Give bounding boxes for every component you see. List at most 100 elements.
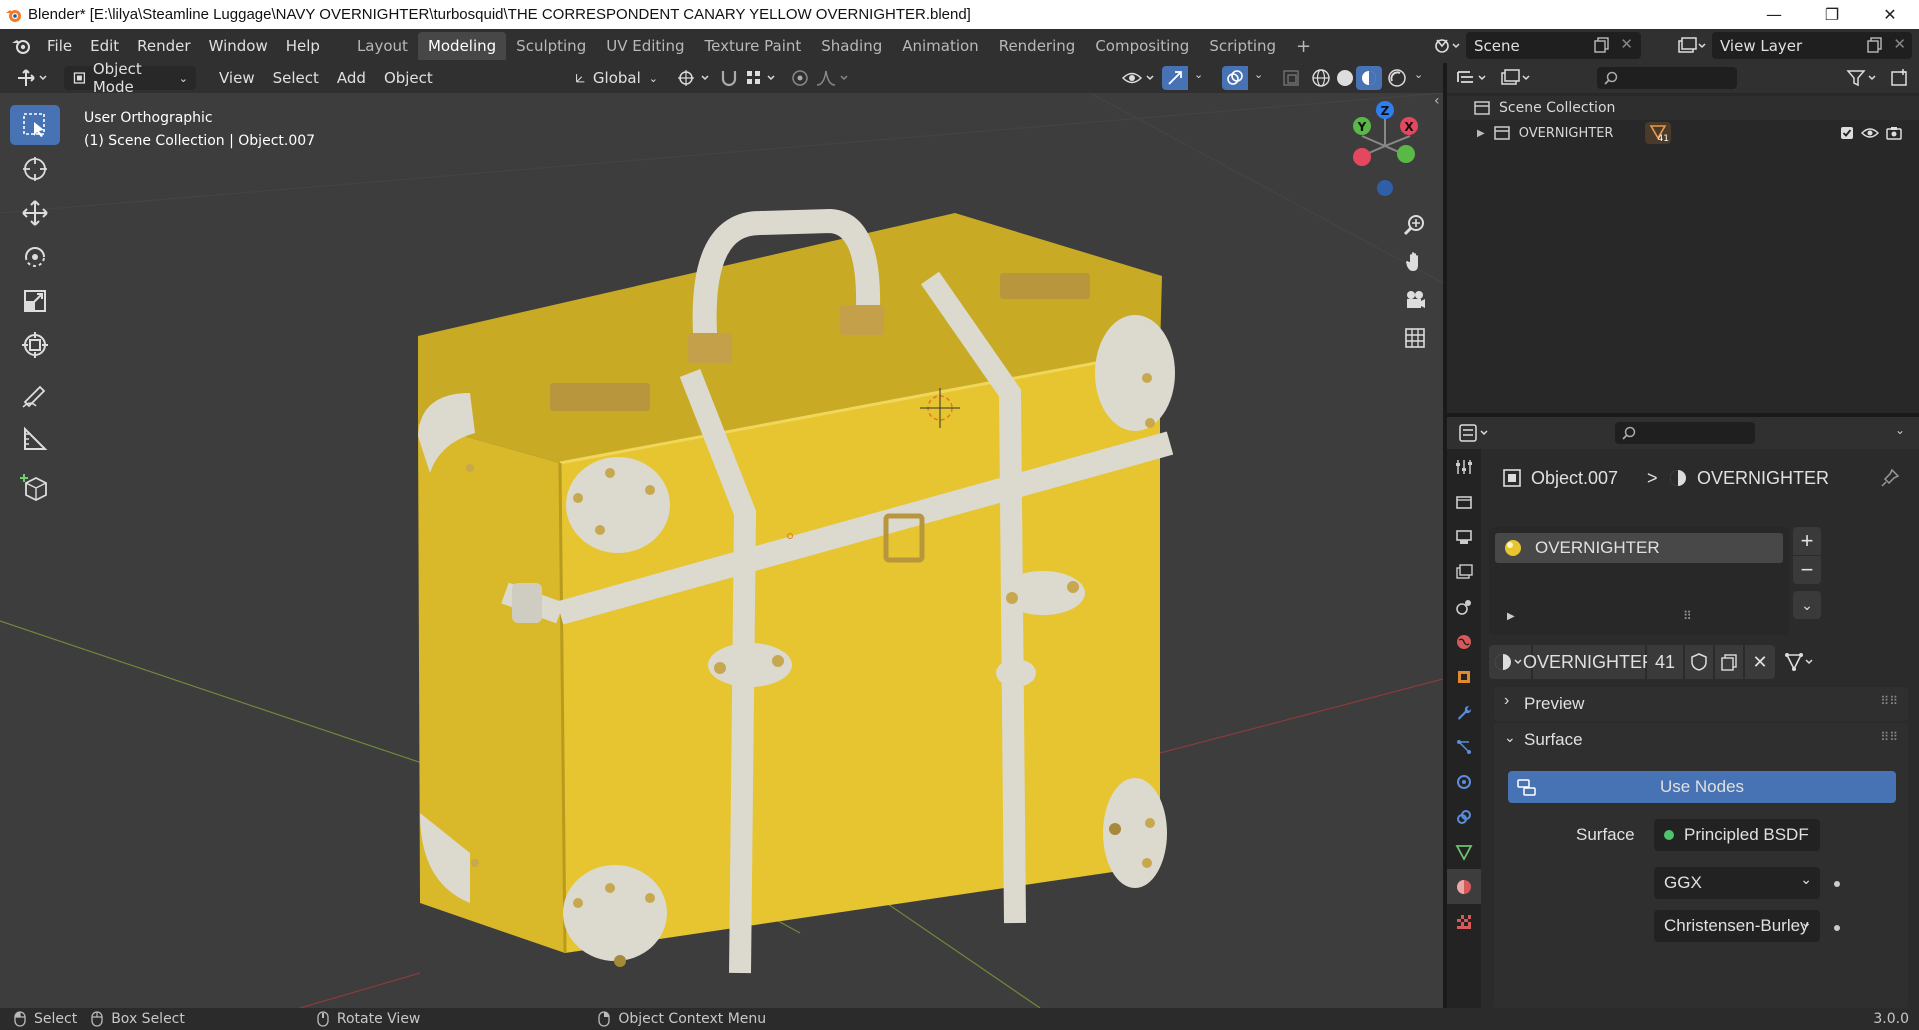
- tab-layout[interactable]: Layout: [347, 32, 418, 60]
- add-slot-button[interactable]: +: [1793, 527, 1821, 555]
- material-slot-list[interactable]: OVERNIGHTER ▶ ⠿: [1489, 527, 1789, 635]
- properties-editor-icon[interactable]: [1457, 422, 1497, 444]
- eye-icon[interactable]: [1861, 125, 1879, 141]
- scene-selector[interactable]: Scene ✕: [1466, 32, 1641, 59]
- tab-render[interactable]: [1447, 484, 1481, 519]
- overlays-toggle-button[interactable]: [1222, 66, 1248, 90]
- material-name-field[interactable]: OVERNIGHTER: [1523, 645, 1655, 679]
- tab-view-layer[interactable]: [1447, 554, 1481, 589]
- viewport-menu-view[interactable]: View: [210, 69, 264, 87]
- expand-arrow-icon[interactable]: ▶: [1507, 611, 1515, 622]
- exclude-checkbox-icon[interactable]: [1839, 125, 1855, 141]
- add-workspace-button[interactable]: +: [1286, 31, 1321, 62]
- subsurface-socket-dot[interactable]: [1834, 925, 1840, 931]
- distribution-socket-dot[interactable]: [1834, 881, 1840, 887]
- outliner-row-scene-collection[interactable]: Scene Collection: [1447, 96, 1919, 120]
- drag-handle-icon[interactable]: ⠿⠿: [1880, 730, 1898, 744]
- tab-texture[interactable]: [1447, 904, 1481, 939]
- resize-handle-icon[interactable]: ⠿: [1683, 609, 1692, 623]
- display-mode-icon[interactable]: [1499, 67, 1539, 89]
- add-cube-tool[interactable]: [10, 467, 60, 507]
- tab-constraints[interactable]: [1447, 799, 1481, 834]
- transform-tool[interactable]: [10, 325, 60, 365]
- 3d-viewport[interactable]: User Orthographic (1) Scene Collection |…: [0, 93, 1443, 1008]
- duplicate-material-button[interactable]: [1715, 645, 1743, 679]
- view-layer-icon[interactable]: [1676, 35, 1708, 57]
- object-count-badge[interactable]: 41: [1645, 122, 1671, 144]
- view-layer-selector[interactable]: View Layer ✕: [1712, 32, 1912, 59]
- measure-tool[interactable]: [10, 419, 60, 459]
- maximize-button[interactable]: ❐: [1803, 0, 1861, 29]
- rendered-shading-icon[interactable]: [1386, 67, 1408, 89]
- expand-arrow-icon[interactable]: ▶: [1477, 128, 1485, 139]
- menu-window[interactable]: Window: [200, 37, 277, 55]
- distribution-dropdown[interactable]: GGX ⌄: [1654, 867, 1820, 899]
- tab-scripting[interactable]: Scripting: [1199, 32, 1286, 60]
- tab-rendering[interactable]: Rendering: [989, 32, 1086, 60]
- close-button[interactable]: ✕: [1861, 0, 1919, 29]
- remove-slot-button[interactable]: −: [1793, 556, 1821, 584]
- tab-uv-editing[interactable]: UV Editing: [596, 32, 694, 60]
- outliner-search-input[interactable]: [1597, 67, 1737, 89]
- menu-help[interactable]: Help: [277, 37, 329, 55]
- tab-particles[interactable]: [1447, 729, 1481, 764]
- zoom-button[interactable]: [1398, 208, 1432, 242]
- properties-search-input[interactable]: [1615, 422, 1755, 444]
- tab-shading[interactable]: Shading: [811, 32, 892, 60]
- slot-specials-button[interactable]: ⌄: [1793, 591, 1821, 619]
- material-slot-row[interactable]: OVERNIGHTER: [1495, 533, 1783, 563]
- properties-options-icon[interactable]: ⌄: [1895, 423, 1905, 437]
- tab-physics[interactable]: [1447, 764, 1481, 799]
- editor-type-button[interactable]: [8, 66, 60, 90]
- menu-edit[interactable]: Edit: [81, 37, 128, 55]
- rotate-tool[interactable]: [10, 237, 60, 277]
- filter-icon[interactable]: [1845, 67, 1885, 89]
- tab-tool[interactable]: [1447, 449, 1481, 484]
- remove-scene-icon[interactable]: ✕: [1620, 35, 1633, 53]
- menu-file[interactable]: File: [38, 37, 81, 55]
- copy-icon[interactable]: [1593, 36, 1611, 54]
- viewport-menu-add[interactable]: Add: [328, 69, 375, 87]
- tab-animation[interactable]: Animation: [892, 32, 988, 60]
- drag-handle-icon[interactable]: ⠿⠿: [1880, 694, 1898, 708]
- subsurface-method-dropdown[interactable]: Christensen-Burley ⌄: [1654, 910, 1820, 942]
- tab-scene[interactable]: [1447, 589, 1481, 624]
- use-nodes-button[interactable]: Use Nodes: [1508, 771, 1896, 803]
- tab-modeling[interactable]: Modeling: [417, 32, 507, 60]
- tab-modifiers[interactable]: [1447, 694, 1481, 729]
- tab-output[interactable]: [1447, 519, 1481, 554]
- surface-panel-header[interactable]: ⌄ Surface ⠿⠿: [1494, 723, 1908, 757]
- render-camera-icon[interactable]: [1885, 125, 1903, 141]
- pan-button[interactable]: [1398, 245, 1432, 279]
- sidebar-toggle-icon[interactable]: ‹: [1434, 93, 1440, 109]
- material-preview-shading-button[interactable]: [1356, 66, 1382, 90]
- scene-browse-icon[interactable]: [1432, 35, 1462, 57]
- move-tool[interactable]: [10, 193, 60, 233]
- link-type-dropdown[interactable]: [1781, 645, 1821, 679]
- perspective-toggle-button[interactable]: [1398, 321, 1432, 355]
- xray-toggle-icon[interactable]: [1280, 67, 1302, 89]
- viewport-menu-select[interactable]: Select: [264, 69, 328, 87]
- pivot-point-icon[interactable]: [676, 67, 716, 89]
- tab-material[interactable]: [1447, 869, 1481, 904]
- shading-options-icon[interactable]: ⌄: [1414, 68, 1423, 81]
- scale-tool[interactable]: [10, 281, 60, 321]
- tab-world[interactable]: [1447, 624, 1481, 659]
- camera-view-button[interactable]: [1398, 283, 1432, 317]
- tab-data[interactable]: [1447, 834, 1481, 869]
- overlays-options-icon[interactable]: ⌄: [1254, 68, 1263, 81]
- orientation-dropdown[interactable]: Global ⌄: [566, 66, 666, 90]
- new-collection-icon[interactable]: [1889, 67, 1911, 89]
- snap-icon[interactable]: [718, 67, 740, 89]
- remove-view-layer-icon[interactable]: ✕: [1893, 35, 1906, 53]
- fake-user-button[interactable]: [1685, 645, 1713, 679]
- gizmo-options-icon[interactable]: ⌄: [1194, 68, 1203, 81]
- menu-render[interactable]: Render: [128, 37, 199, 55]
- mode-dropdown[interactable]: Object Mode ⌄: [64, 60, 196, 96]
- minimize-button[interactable]: —: [1745, 0, 1803, 29]
- outliner-row-overnighter[interactable]: ▶ OVERNIGHTER 41: [1447, 121, 1919, 145]
- preview-panel[interactable]: › Preview ⠿⠿: [1494, 687, 1908, 721]
- gizmo-toggle-button[interactable]: [1162, 66, 1188, 90]
- pin-icon[interactable]: [1879, 467, 1901, 489]
- snap-target-icon[interactable]: [744, 67, 782, 89]
